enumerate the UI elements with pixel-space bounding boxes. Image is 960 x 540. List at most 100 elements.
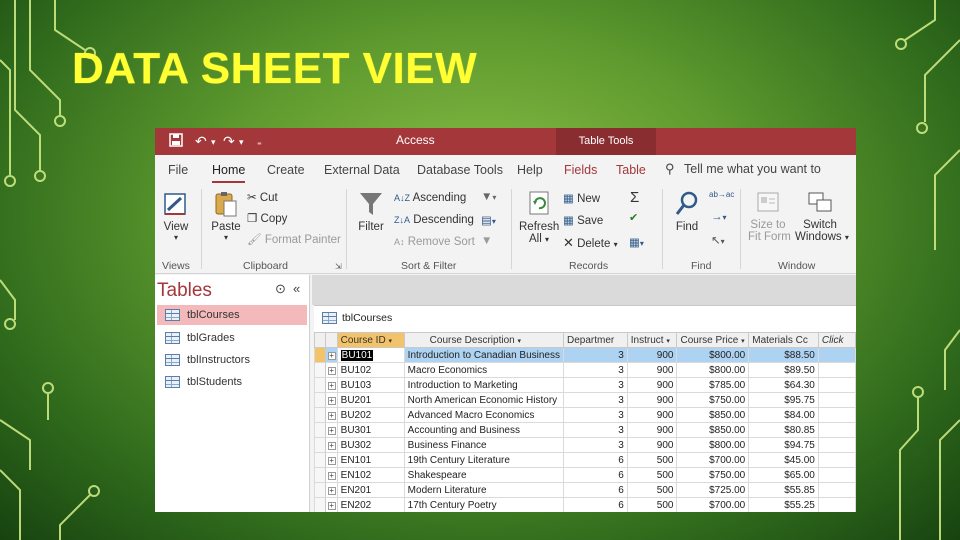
table-cell[interactable]: Macro Economics [403,362,565,378]
filter-button[interactable]: Filter [355,190,387,233]
table-cell[interactable]: 3 [563,422,628,438]
tab-table[interactable]: Table [616,163,646,177]
table-cell[interactable]: BU302 [336,437,405,453]
record-selector[interactable] [313,377,327,393]
table-cell[interactable]: $700.00 [676,452,750,468]
table-cell[interactable]: $45.00 [748,452,819,468]
table-cell[interactable]: 6 [563,497,628,512]
record-selector[interactable] [313,482,327,498]
selection-filter-button[interactable]: ▼▾ [481,191,496,203]
table-cell[interactable]: $785.00 [676,377,750,393]
customize-toolbar-icon[interactable]: ₌ [257,137,262,148]
table-row[interactable]: + EN102 Shakespeare 6 500 $750.00 $65.00 [313,467,856,483]
tab-home[interactable]: Home [212,163,246,183]
table-cell[interactable]: $55.25 [748,497,819,512]
table-cell[interactable]: $65.00 [748,467,819,483]
save-icon[interactable] [169,133,183,150]
column-header[interactable]: Instruct ▾ [626,332,678,348]
table-cell[interactable]: 500 [626,452,678,468]
table-cell[interactable]: $800.00 [676,362,750,378]
table-cell[interactable]: 3 [563,392,628,408]
tab-fields[interactable]: Fields [564,163,597,177]
column-dropdown-icon[interactable]: ▾ [666,338,670,345]
tell-me-box[interactable]: ⚲ Tell me what you want to [665,161,821,177]
table-row[interactable]: + EN201 Modern Literature 6 500 $725.00 $55.85 [313,482,856,498]
table-cell[interactable]: $84.00 [748,407,819,423]
ascending-button[interactable]: A↓Z Ascending [394,192,466,204]
expand-subdatasheet-button[interactable]: + [325,437,338,453]
table-cell[interactable]: 500 [626,467,678,483]
tab-external-data[interactable]: External Data [324,163,400,177]
table-row[interactable]: + BU201 North American Economic History 3 90… [313,392,856,408]
table-cell[interactable]: EN101 [336,452,405,468]
nav-item-tblcourses[interactable]: tblCourses [157,305,307,325]
record-selector[interactable] [313,392,327,408]
table-cell[interactable]: Modern Literature [403,482,565,498]
table-cell[interactable]: 3 [563,407,628,423]
table-cell[interactable]: $800.00 [676,347,750,363]
empty-add-cell[interactable] [817,392,856,408]
cut-button[interactable]: ✂ Cut [247,190,278,204]
column-header[interactable]: Course Description ▾ [403,332,565,348]
table-cell[interactable]: $89.50 [748,362,819,378]
expand-subdatasheet-button[interactable]: + [325,452,338,468]
nav-menu-icon[interactable]: ⊙ [275,281,286,297]
empty-add-cell[interactable] [817,482,856,498]
record-selector[interactable] [313,467,327,483]
more-records-button[interactable]: ▦▾ [629,235,644,249]
save-record-button[interactable]: ▦ Save [563,213,603,227]
redo-dropdown-icon[interactable]: ▾ [239,137,244,148]
nav-item-tblstudents[interactable]: tblStudents [157,372,307,392]
record-selector[interactable] [313,422,327,438]
table-cell[interactable]: North American Economic History [403,392,565,408]
table-cell[interactable]: BU103 [336,377,405,393]
undo-dropdown-icon[interactable]: ▾ [211,137,216,148]
table-cell[interactable]: Shakespeare [403,467,565,483]
toggle-filter-button[interactable]: ▼ [481,235,492,247]
table-row[interactable]: + BU102 Macro Economics 3 900 $800.00 $89.50 [313,362,856,378]
document-tab-tblcourses[interactable]: tblCourses [322,310,392,326]
empty-add-cell[interactable] [817,467,856,483]
table-cell[interactable]: 3 [563,377,628,393]
column-header[interactable]: Course ID ▾ [336,332,405,348]
expand-subdatasheet-button[interactable]: + [325,362,338,378]
record-selector[interactable] [313,362,327,378]
expand-subdatasheet-button[interactable]: + [325,467,338,483]
table-cell[interactable]: $95.75 [748,392,819,408]
table-cell[interactable]: $700.00 [676,497,750,512]
copy-button[interactable]: ❐ Copy [247,211,287,225]
table-row[interactable]: + BU302 Business Finance 3 900 $800.00 $94.75 [313,437,856,453]
table-cell[interactable]: $94.75 [748,437,819,453]
column-header[interactable]: Materials Cc [748,332,819,348]
format-painter-button[interactable]: 🖌 Format Painter [247,232,341,246]
table-cell[interactable]: $64.30 [748,377,819,393]
table-cell[interactable]: Advanced Macro Economics [403,407,565,423]
table-cell[interactable]: EN201 [336,482,405,498]
table-cell[interactable]: 6 [563,452,628,468]
table-cell[interactable]: $80.85 [748,422,819,438]
table-cell[interactable]: EN202 [336,497,405,512]
empty-add-cell[interactable] [817,437,856,453]
expand-subdatasheet-button[interactable]: + [325,392,338,408]
nav-item-tblinstructors[interactable]: tblInstructors [157,350,307,370]
undo-icon[interactable]: ↶ [195,133,207,150]
tab-file[interactable]: File [168,163,188,177]
tab-help[interactable]: Help [517,163,543,177]
table-cell[interactable]: 6 [563,482,628,498]
column-dropdown-icon[interactable]: ▾ [741,338,745,345]
table-cell[interactable]: 900 [626,392,678,408]
table-cell[interactable]: $850.00 [676,422,750,438]
tab-database-tools[interactable]: Database Tools [417,163,503,177]
empty-add-cell[interactable] [817,422,856,438]
table-cell[interactable]: 3 [563,437,628,453]
select-all-cell[interactable] [313,332,327,348]
table-cell[interactable]: Business Finance [403,437,565,453]
table-cell[interactable]: BU101 [336,347,405,363]
table-cell[interactable]: $55.85 [748,482,819,498]
table-row[interactable]: + BU301 Accounting and Business 3 900 $850.00… [313,422,856,438]
refresh-all-button[interactable]: Refresh All ▾ [519,190,559,245]
nav-item-tblgrades[interactable]: tblGrades [157,328,307,348]
column-header[interactable]: Course Price ▾ [676,332,750,348]
table-cell[interactable]: BU102 [336,362,405,378]
table-cell[interactable]: 900 [626,407,678,423]
